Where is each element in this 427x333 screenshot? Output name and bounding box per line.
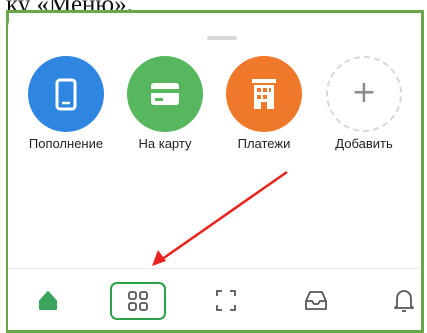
- to-card-circle[interactable]: [127, 56, 203, 132]
- tab-inbox[interactable]: [286, 269, 346, 330]
- add-circle[interactable]: +: [326, 56, 402, 132]
- scan-icon: [216, 290, 236, 311]
- action-to-card[interactable]: На карту: [117, 56, 213, 156]
- sheet-grabber-handle[interactable]: [207, 36, 237, 40]
- tab-scan[interactable]: [196, 269, 256, 330]
- tab-menu[interactable]: [108, 269, 168, 330]
- action-add[interactable]: + Добавить: [316, 56, 412, 156]
- menu-grid-icon: [128, 291, 148, 311]
- action-label: Пополнение: [28, 136, 104, 151]
- payments-circle[interactable]: [226, 56, 302, 132]
- bell-icon: [394, 290, 414, 312]
- action-label: Добавить: [335, 136, 393, 151]
- action-label: Платежи: [237, 136, 291, 151]
- tab-home[interactable]: [18, 269, 78, 330]
- building-icon: [252, 79, 276, 109]
- action-label: На карту: [138, 136, 192, 151]
- action-payments[interactable]: Платежи: [216, 56, 312, 156]
- action-top-up[interactable]: Пополнение: [18, 56, 114, 156]
- phone-icon: [55, 78, 77, 111]
- card-icon: [151, 83, 179, 105]
- home-icon: [39, 291, 57, 310]
- tab-notifications[interactable]: [374, 269, 427, 330]
- top-up-circle[interactable]: [28, 56, 104, 132]
- inbox-icon: [305, 291, 327, 310]
- plus-icon: +: [351, 75, 377, 110]
